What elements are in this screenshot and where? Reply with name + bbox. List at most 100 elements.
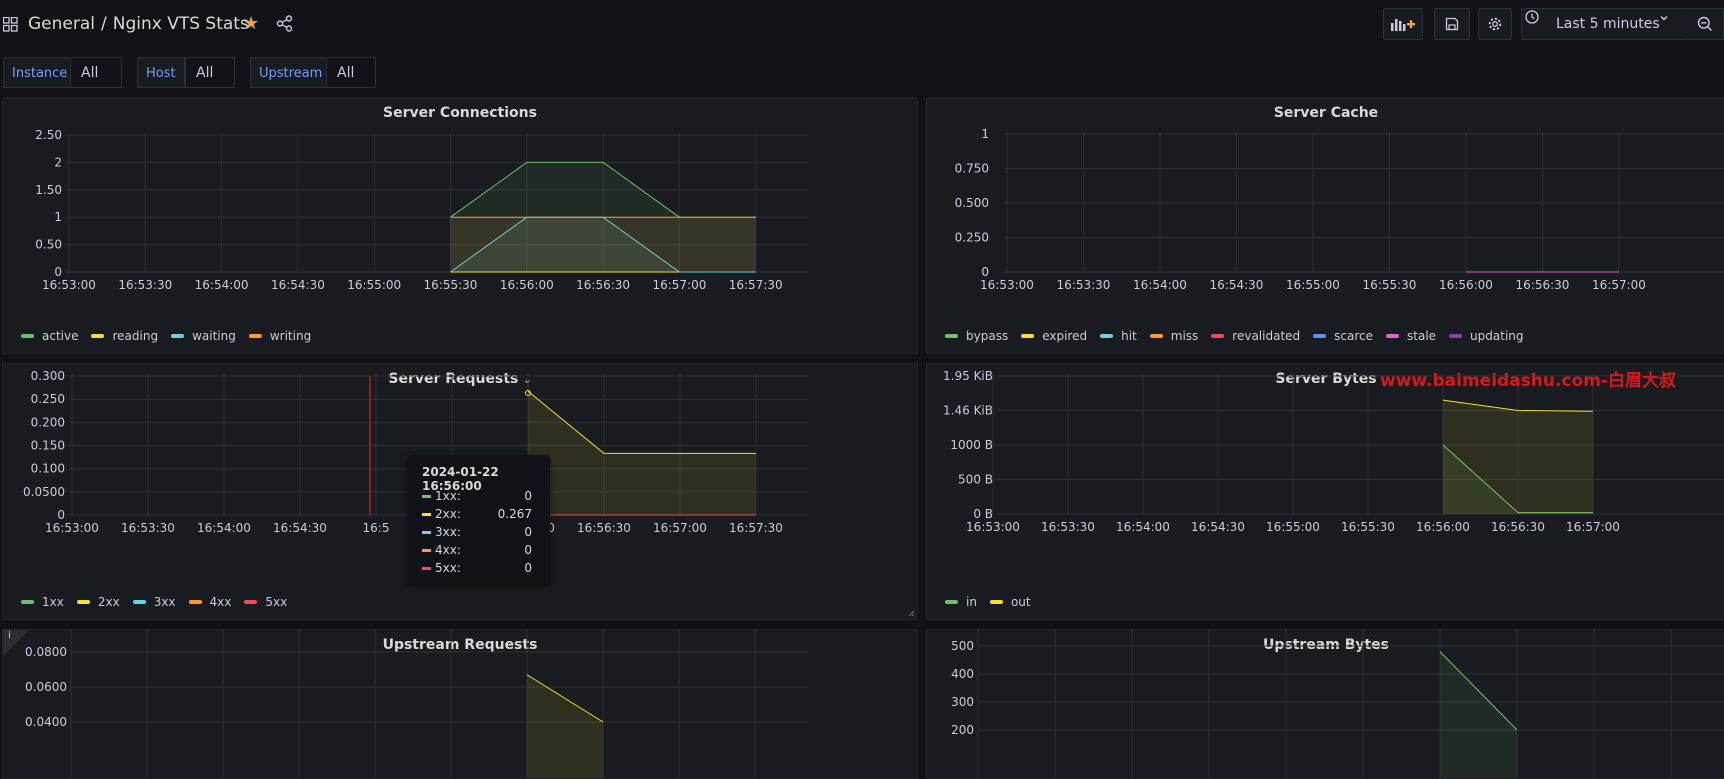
top-bar: General/Nginx VTS Stats ★ <box>0 0 1724 48</box>
save-icon <box>1445 17 1459 31</box>
y-tick-label: 500 <box>951 639 974 653</box>
apps-grid-icon[interactable] <box>3 17 18 32</box>
tooltip-series-value: 0 <box>524 543 532 557</box>
legend-item-out[interactable]: out <box>990 595 1031 609</box>
tooltip-swatch <box>422 531 431 534</box>
legend-swatch <box>1386 334 1399 338</box>
x-tick-label: 16:53:00 <box>45 521 99 535</box>
x-tick-label: 16:53:00 <box>980 278 1034 292</box>
tooltip-swatch <box>422 549 431 552</box>
x-tick-label: 16:57:00 <box>653 521 707 535</box>
y-tick-label: 2 <box>54 155 62 169</box>
legend-item-3xx[interactable]: 3xx <box>133 595 176 609</box>
x-tick-label: 16:56:00 <box>500 278 554 292</box>
series-area <box>451 217 756 272</box>
variable-label-upstream: Upstream <box>250 57 331 88</box>
legend-item-miss[interactable]: miss <box>1150 329 1199 343</box>
legend-swatch <box>77 600 90 604</box>
y-tick-label: 0.0800 <box>25 645 67 659</box>
save-dashboard-button[interactable] <box>1434 8 1470 40</box>
y-tick-label: 0.250 <box>955 231 989 245</box>
variable-label-host: Host <box>137 57 185 88</box>
add-panel-button[interactable] <box>1383 8 1423 40</box>
legend-item-waiting[interactable]: waiting <box>171 329 236 343</box>
legend-item-active[interactable]: active <box>21 329 78 343</box>
legend-label: in <box>966 595 977 609</box>
x-tick-label: 16:55:30 <box>424 278 478 292</box>
legend-item-revalidated[interactable]: revalidated <box>1211 329 1300 343</box>
legend-item-in[interactable]: in <box>945 595 977 609</box>
legend-item-4xx[interactable]: 4xx <box>189 595 232 609</box>
breadcrumb-folder[interactable]: General <box>28 14 95 34</box>
add-panel-icon <box>1390 16 1416 32</box>
time-range-picker[interactable]: Last 5 minutes <box>1521 8 1687 40</box>
gear-icon <box>1488 17 1503 32</box>
panel-info-corner[interactable] <box>3 630 29 656</box>
legend-swatch <box>21 600 34 604</box>
y-tick-label: 0.150 <box>31 439 65 453</box>
legend-label: 4xx <box>210 595 232 609</box>
legend-swatch <box>1100 334 1113 338</box>
variable-select-host[interactable]: All⌄ <box>185 57 235 88</box>
variable-select-instance[interactable]: All⌄ <box>70 57 122 88</box>
resize-handle-icon[interactable] <box>907 609 915 617</box>
legend-swatch <box>945 600 958 604</box>
legend-item-2xx[interactable]: 2xx <box>77 595 120 609</box>
y-tick-label: 0.0500 <box>23 485 65 499</box>
y-tick-label: 1 <box>54 210 62 224</box>
x-tick-label: 16:55:30 <box>1363 278 1417 292</box>
server-connections-chart[interactable]: 00.5011.5022.5016:53:0016:53:3016:54:001… <box>3 98 918 354</box>
legend-label: 2xx <box>98 595 120 609</box>
legend-item-stale[interactable]: stale <box>1386 329 1436 343</box>
breadcrumb: General/Nginx VTS Stats <box>28 14 249 34</box>
upstream-requests-chart[interactable]: 0.04000.06000.0800 <box>3 630 918 779</box>
x-tick-label: 16:56:00 <box>1416 520 1470 534</box>
y-tick-label: 0.500 <box>955 196 989 210</box>
tooltip-series-value: 0 <box>524 561 532 575</box>
series-area <box>1440 652 1517 779</box>
legend-item-1xx[interactable]: 1xx <box>21 595 64 609</box>
server-cache-chart[interactable]: 00.2500.5000.750116:53:0016:53:3016:54:0… <box>927 98 1724 354</box>
info-icon[interactable]: i <box>8 630 11 641</box>
x-tick-label: 16:55:30 <box>1341 520 1395 534</box>
legend-item-hit[interactable]: hit <box>1100 329 1137 343</box>
legend-swatch <box>990 600 1003 604</box>
server-bytes-chart[interactable]: 0 B500 B1000 B1.46 KiB1.95 KiB16:53:0016… <box>927 364 1724 620</box>
series-area <box>527 675 603 779</box>
dashboard-title[interactable]: Nginx VTS Stats <box>113 14 249 34</box>
variable-value: All <box>81 65 98 81</box>
x-tick-label: 16:55:00 <box>347 278 401 292</box>
variable-select-upstream[interactable]: All⌄ <box>326 57 376 88</box>
legend-item-writing[interactable]: writing <box>249 329 311 343</box>
time-range-label: Last 5 minutes <box>1556 16 1660 32</box>
panel-server-cache: Server Cache 00.2500.5000.750116:53:0016… <box>926 97 1724 354</box>
star-icon[interactable]: ★ <box>243 14 259 34</box>
legend-item-5xx[interactable]: 5xx <box>244 595 287 609</box>
legend-swatch <box>189 600 202 604</box>
legend-swatch <box>91 334 104 338</box>
series-2xx <box>527 675 603 779</box>
tooltip-swatch <box>422 567 431 570</box>
legend-item-updating[interactable]: updating <box>1449 329 1523 343</box>
legend-item-scarce[interactable]: scarce <box>1313 329 1373 343</box>
legend-label: 3xx <box>154 595 176 609</box>
chart-tooltip: 2024-01-22 16:56:00 1xx:02xx:0.2673xx:04… <box>408 455 550 584</box>
panel-upstream-bytes: Upstream Bytes 200300400500 <box>926 629 1724 779</box>
legend-item-expired[interactable]: expired <box>1021 329 1087 343</box>
legend-label: updating <box>1470 329 1523 343</box>
series-area <box>1443 400 1593 514</box>
legend-label: scarce <box>1334 329 1373 343</box>
zoom-out-button[interactable] <box>1686 8 1724 40</box>
upstream-bytes-chart[interactable]: 200300400500 <box>927 630 1724 779</box>
watermark: www.baimeidashu.com-白眉大叔 <box>1380 366 1676 391</box>
x-tick-label: 16:57:00 <box>1592 278 1646 292</box>
dashboard-settings-button[interactable] <box>1478 8 1512 40</box>
legend-swatch <box>21 334 34 338</box>
y-tick-label: 0.250 <box>31 392 65 406</box>
legend-item-bypass[interactable]: bypass <box>945 329 1008 343</box>
panel-upstream-requests: Upstream Requests 0.04000.06000.0800 <box>2 629 918 779</box>
share-icon[interactable] <box>276 15 293 32</box>
series-in <box>1440 652 1517 779</box>
legend-item-reading[interactable]: reading <box>91 329 158 343</box>
tooltip-series-value: 0 <box>524 525 532 539</box>
